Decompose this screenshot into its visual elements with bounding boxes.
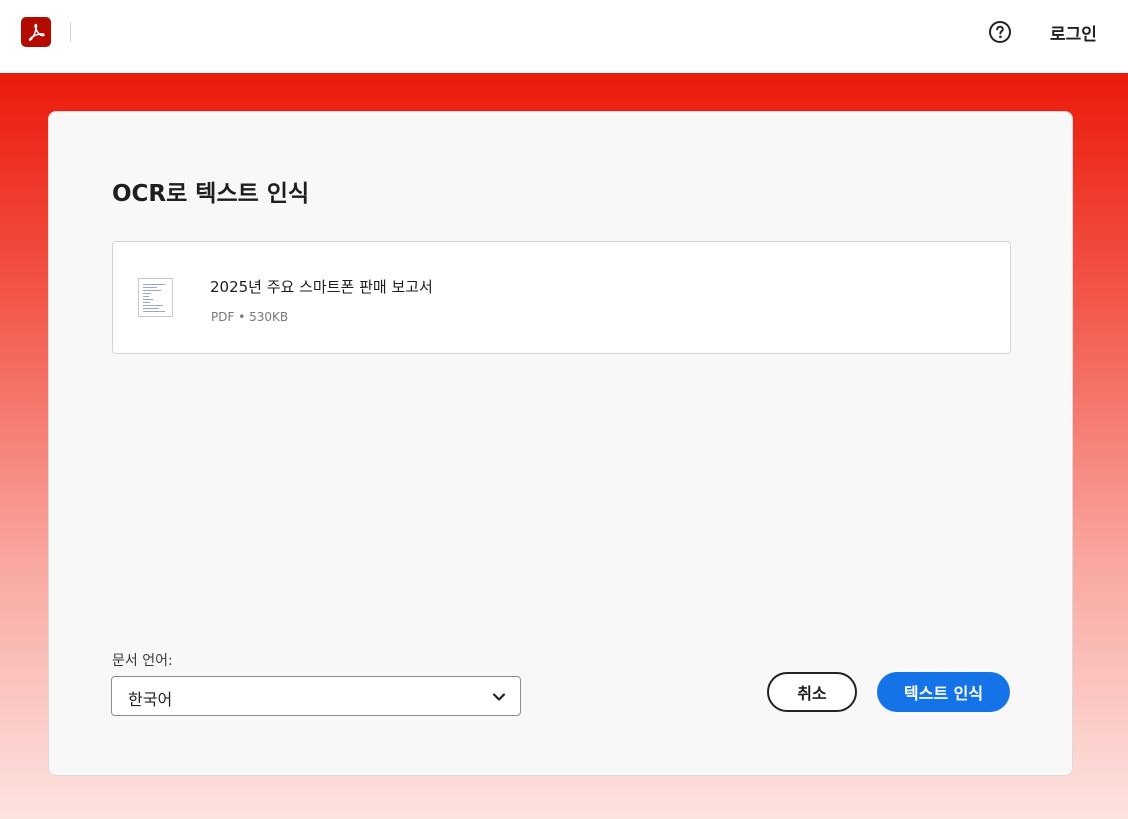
ocr-dialog: OCR로 텍스트 인식 2025년 주요 스마트폰 판매 보고서 PDF • 5… xyxy=(48,111,1073,776)
adobe-acrobat-icon[interactable] xyxy=(21,17,51,47)
top-bar: 로그인 xyxy=(0,0,1128,73)
chevron-down-icon xyxy=(492,693,506,701)
cancel-button[interactable]: 취소 xyxy=(767,672,857,712)
login-button[interactable]: 로그인 xyxy=(1038,18,1109,46)
file-name: 2025년 주요 스마트폰 판매 보고서 xyxy=(210,278,433,296)
page-title: OCR로 텍스트 인식 xyxy=(112,181,310,207)
header-divider xyxy=(70,22,71,42)
document-language-label: 문서 언어: xyxy=(112,653,173,669)
document-thumbnail-icon xyxy=(138,278,173,317)
file-card: 2025년 주요 스마트폰 판매 보고서 PDF • 530KB xyxy=(112,241,1011,354)
recognize-text-button[interactable]: 텍스트 인식 xyxy=(877,672,1010,712)
document-language-value: 한국어 xyxy=(128,690,173,709)
document-language-select[interactable]: 한국어 xyxy=(111,676,521,716)
file-meta: PDF • 530KB xyxy=(211,310,289,324)
help-circle-icon[interactable] xyxy=(988,20,1012,44)
